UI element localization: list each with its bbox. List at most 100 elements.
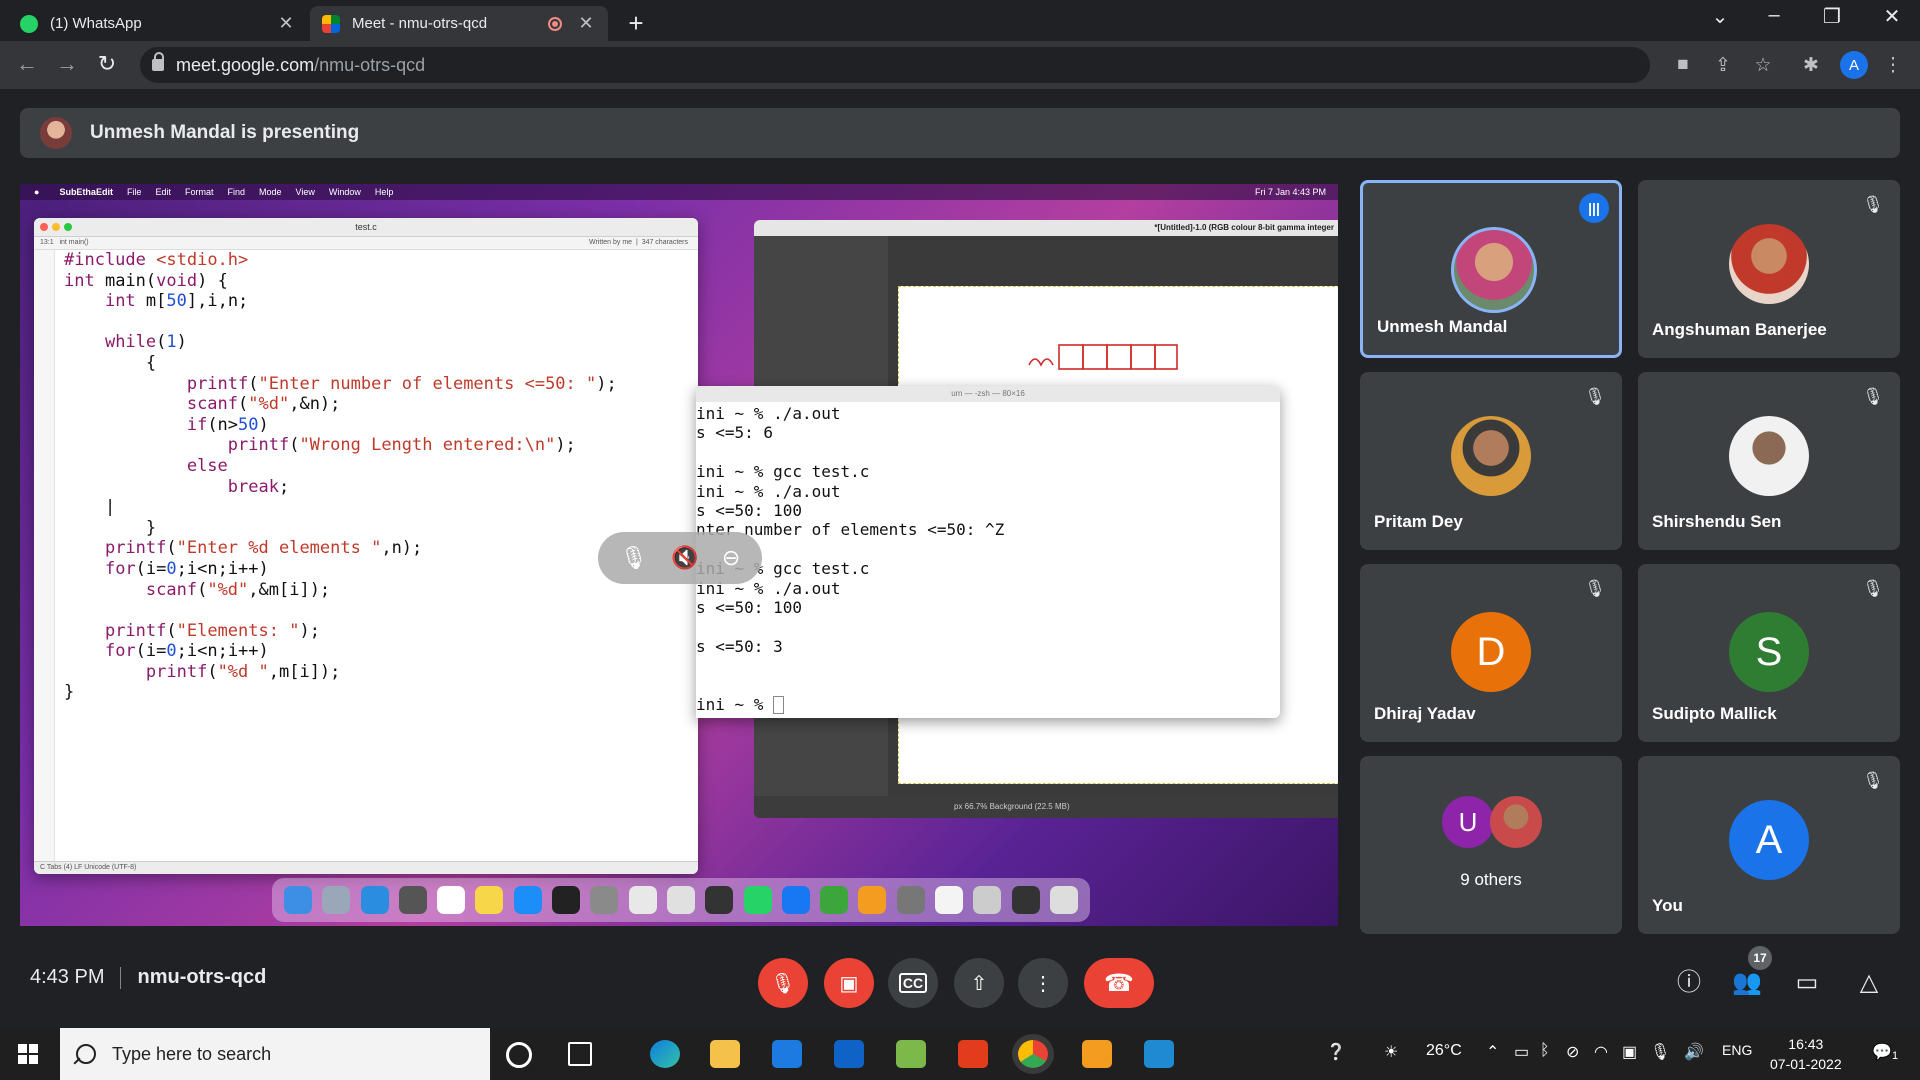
help-icon[interactable]: ❔	[1326, 1042, 1346, 1062]
profile-avatar[interactable]: A	[1840, 51, 1868, 79]
tab-whatsapp[interactable]: (1) WhatsApp ✕	[8, 6, 308, 41]
code-line: }	[64, 682, 75, 703]
notifications-icon[interactable]: 💬	[1872, 1042, 1892, 1062]
forward-icon[interactable]: →	[52, 51, 82, 77]
activities-icon[interactable]: △	[1852, 966, 1886, 1000]
start-button[interactable]	[18, 1044, 38, 1064]
android-studio-icon[interactable]	[896, 1040, 926, 1068]
minus-circle-icon[interactable]: ⊖	[722, 545, 740, 571]
menubar-item: Window	[328, 187, 361, 197]
participant-name: You	[1652, 896, 1683, 915]
volume-icon[interactable]: 🔊	[1684, 1042, 1704, 1062]
terminal-title: um — -zsh — 80×16	[696, 386, 1280, 402]
clock-time: 16:43	[1788, 1036, 1824, 1052]
browser-toolbar: ← → ↻ meet.google.com/nmu-otrs-qcd ■ ⇪ ☆…	[0, 41, 1920, 89]
participant-name: Pritam Dey	[1374, 512, 1463, 531]
participant-tile[interactable]: 🎙 Shirshendu Sen	[1638, 372, 1900, 550]
microphone-icon[interactable]: 🎙	[1650, 1042, 1670, 1062]
meet-controls-bar: 4:43 PM nmu-otrs-qcd 🎙 ▣ CC ⇧ ⋮ ☎ ⓘ 👥 17…	[0, 938, 1920, 1028]
participant-tile[interactable]: ||| Unmesh Mandal	[1360, 180, 1622, 358]
chrome-icon[interactable]	[1018, 1040, 1048, 1068]
language-indicator[interactable]: ENG	[1722, 1042, 1752, 1058]
taskbar-clock[interactable]: 16:43 07-01-2022	[1770, 1034, 1842, 1074]
lock-icon	[152, 52, 164, 71]
code-line: int main(void) {	[64, 270, 228, 291]
captions-button[interactable]: CC	[888, 958, 938, 1008]
sublime-icon[interactable]	[1082, 1040, 1112, 1068]
network-alert-icon[interactable]: ⊘	[1566, 1042, 1579, 1062]
avatar	[1490, 796, 1542, 848]
more-options-button[interactable]: ⋮	[1018, 958, 1068, 1008]
dropbox-icon[interactable]	[834, 1040, 864, 1068]
close-icon[interactable]: ✕	[576, 13, 596, 34]
people-icon[interactable]: 👥	[1730, 966, 1764, 1000]
battery-icon[interactable]: ▭	[1514, 1042, 1529, 1062]
finder-icon	[284, 886, 312, 914]
star-icon[interactable]: ☆	[1750, 54, 1776, 77]
display-icon[interactable]: ▣	[1622, 1042, 1637, 1062]
menubar-app: SubEthaEdit	[59, 187, 113, 197]
participant-tile[interactable]: S 🎙 Sudipto Mallick	[1638, 564, 1900, 742]
menu-icon[interactable]: ⋮	[1880, 54, 1906, 77]
task-view-icon[interactable]	[568, 1042, 592, 1066]
speaking-indicator-icon: |||	[1579, 193, 1609, 223]
chat-icon[interactable]: ▭	[1790, 966, 1824, 1000]
char-count: 347 characters	[641, 239, 688, 246]
shared-screen: ● SubEthaEdit File Edit Format Find Mode…	[20, 184, 1338, 926]
camera-toggle-button[interactable]: ▣	[824, 958, 874, 1008]
window-controls[interactable]	[40, 223, 72, 231]
code-line: if(n>50)	[186, 414, 269, 435]
camera-icon[interactable]: ■	[1670, 54, 1696, 76]
vscode-icon[interactable]	[1144, 1040, 1174, 1068]
bluetooth-icon[interactable]: ᛒ	[1540, 1042, 1550, 1060]
others-tile[interactable]: U 9 others	[1360, 756, 1622, 934]
cortana-icon[interactable]	[506, 1042, 532, 1068]
participant-tile[interactable]: D 🎙 Dhiraj Yadav	[1360, 564, 1622, 742]
tab-meet[interactable]: Meet - nmu-otrs-qcd ✕	[310, 6, 608, 41]
app-store-icon	[513, 886, 542, 914]
participant-tile[interactable]: 🎙 Pritam Dey	[1360, 372, 1622, 550]
avatar	[1451, 416, 1531, 496]
present-button[interactable]: ⇧	[954, 958, 1004, 1008]
code-line: for(i=0;i<n;i++)	[104, 641, 269, 662]
share-icon[interactable]: ⇪	[1710, 54, 1736, 77]
meeting-info-icon[interactable]: ⓘ	[1672, 966, 1706, 1000]
editor-statusbar: C Tabs (4) LF Unicode (UTF-8)	[34, 861, 698, 874]
terminal-output[interactable]: ini ~ % ./a.out s <=5: 6 ini ~ % gcc tes…	[696, 404, 1280, 715]
extensions-icon[interactable]: ✱	[1798, 54, 1824, 77]
avatar	[40, 117, 72, 149]
close-icon[interactable]: ✕	[276, 13, 296, 34]
mic-off-icon[interactable]: 🎙	[620, 545, 648, 571]
close-window-icon[interactable]: ✕	[1872, 4, 1912, 29]
minimize-icon[interactable]: –	[1754, 4, 1794, 27]
function-popup: int main()	[59, 239, 89, 246]
reload-icon[interactable]: ↻	[92, 51, 122, 77]
terminal-line: ini ~ % gcc test.c	[696, 462, 870, 482]
meeting-code: nmu-otrs-qcd	[137, 966, 267, 988]
new-tab-button[interactable]: +	[622, 8, 650, 39]
mail-icon[interactable]	[772, 1040, 802, 1068]
code-area[interactable]: #include <stdio.h> int main(void) { int …	[34, 250, 698, 703]
participant-tile[interactable]: 🎙 Angshuman Banerjee	[1638, 180, 1900, 358]
wifi-icon[interactable]: ◠	[1594, 1042, 1608, 1062]
address-bar[interactable]: meet.google.com/nmu-otrs-qcd	[140, 47, 1650, 83]
restore-icon[interactable]: ❐	[1812, 4, 1852, 29]
tab-label: Meet - nmu-otrs-qcd	[352, 15, 488, 32]
file-explorer-icon[interactable]	[710, 1040, 740, 1068]
calendar-icon	[437, 886, 466, 914]
terminal-icon	[552, 886, 581, 914]
speaker-off-icon[interactable]: 🔇	[671, 545, 698, 571]
self-tile[interactable]: A 🎙 You	[1638, 756, 1900, 934]
mic-toggle-button[interactable]: 🎙	[758, 958, 808, 1008]
tab-search-icon[interactable]: ⌄	[1700, 4, 1740, 29]
menubar-item: File	[126, 187, 142, 197]
weather-temp[interactable]: 26°C	[1426, 1042, 1462, 1060]
taskbar-search[interactable]: Type here to search	[60, 1028, 490, 1080]
tray-chevron-icon[interactable]: ⌃	[1486, 1042, 1499, 1062]
avatar	[1729, 416, 1809, 496]
back-icon[interactable]: ←	[12, 51, 42, 77]
edge-icon[interactable]	[650, 1040, 680, 1068]
leave-call-button[interactable]: ☎	[1084, 958, 1154, 1008]
office-icon[interactable]	[958, 1040, 988, 1068]
